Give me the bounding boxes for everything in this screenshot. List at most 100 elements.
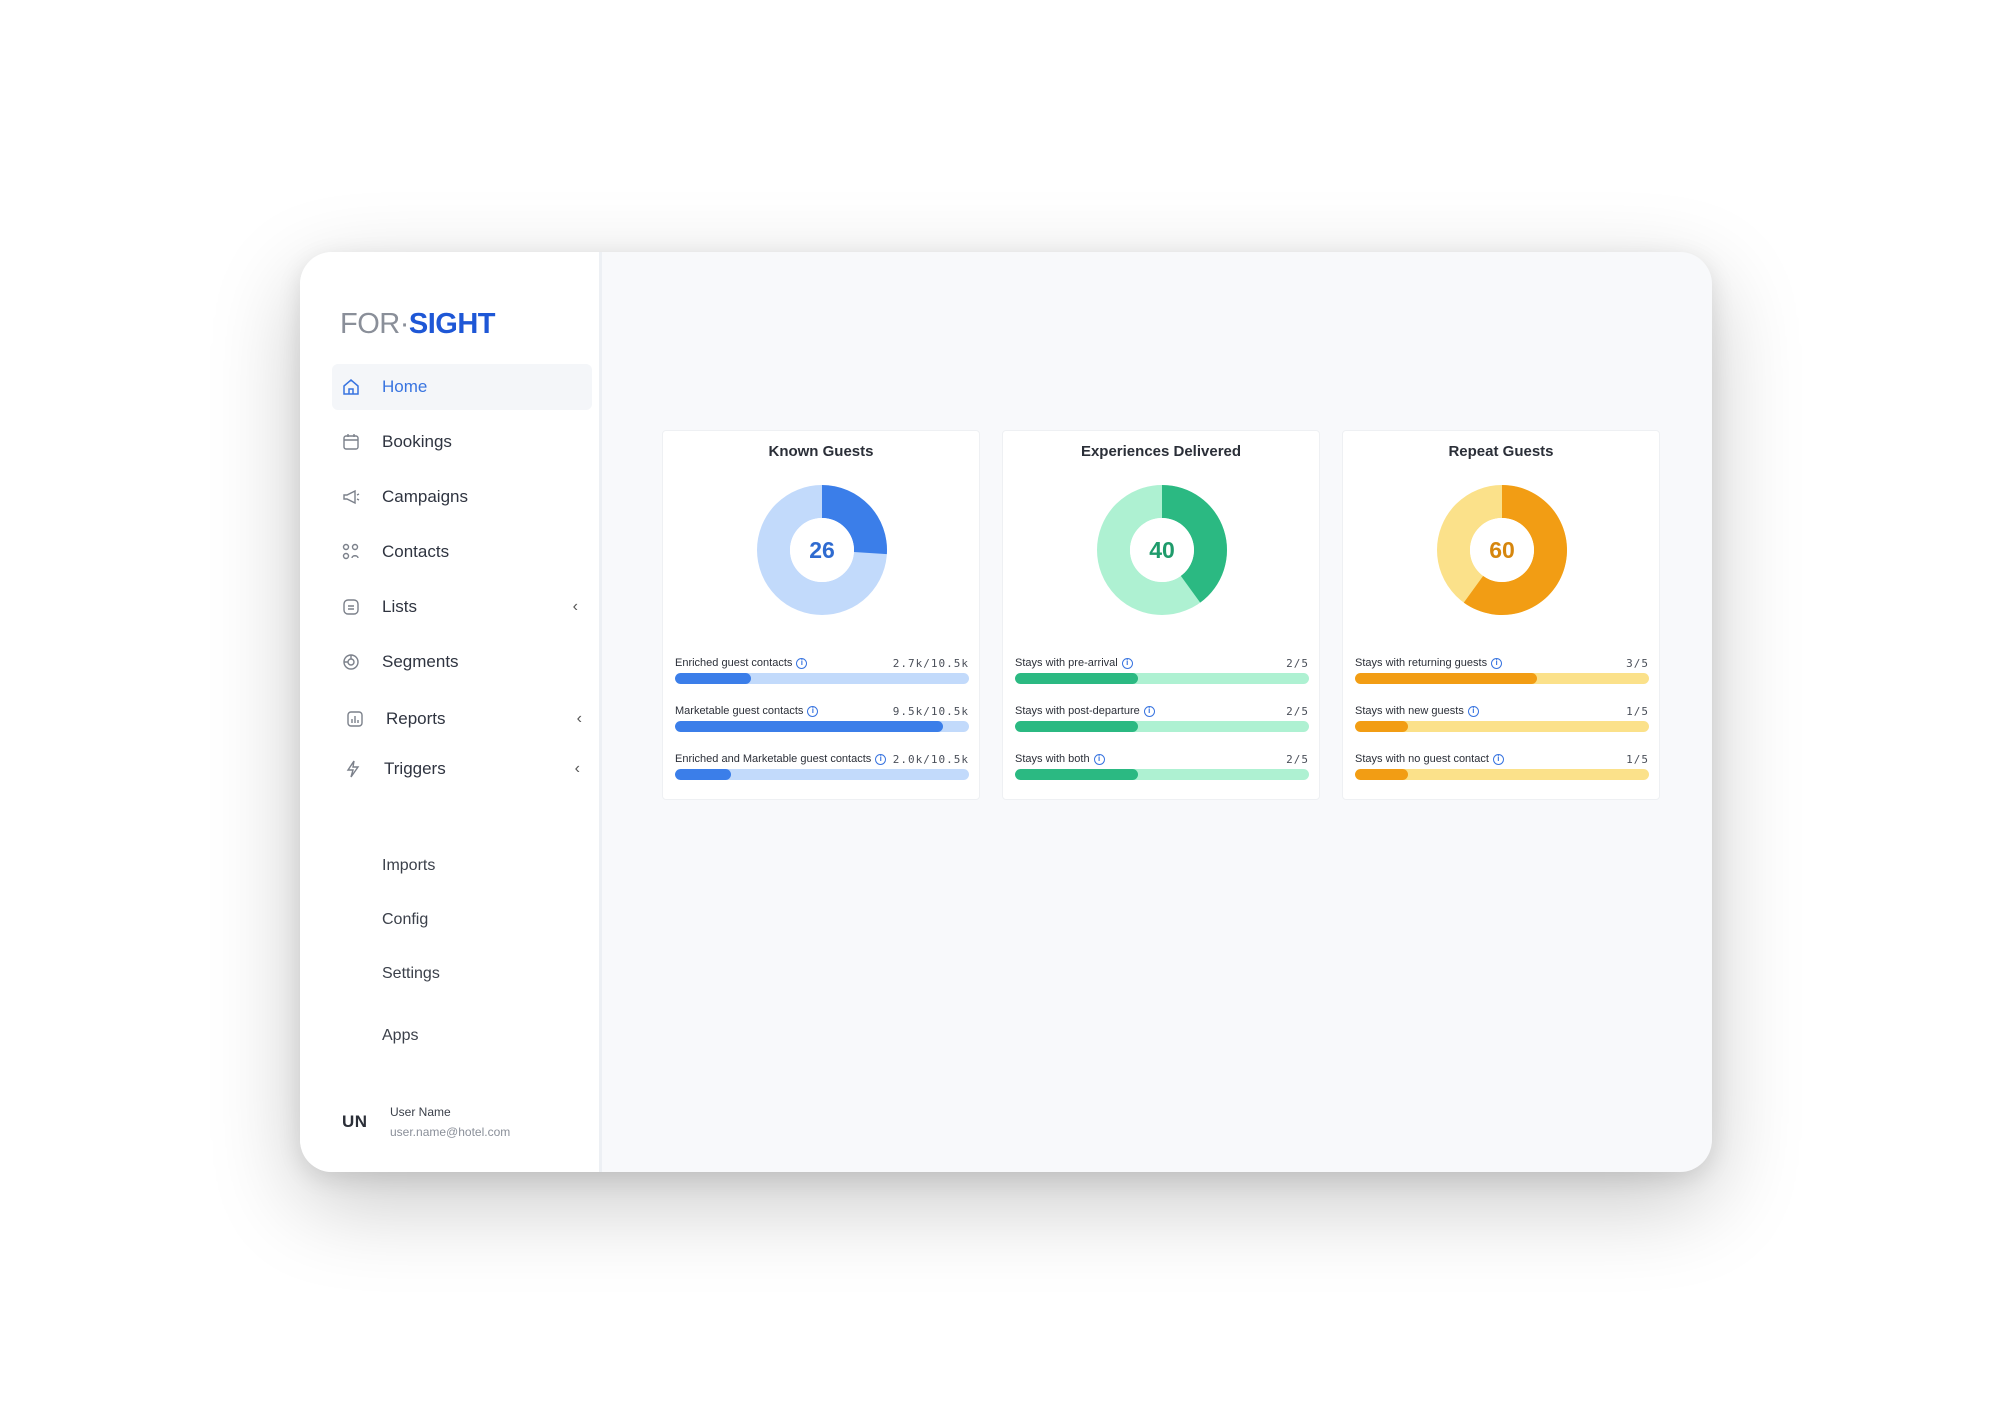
info-icon[interactable]: i xyxy=(1143,705,1155,717)
progress-bar xyxy=(675,673,969,684)
sidebar-item-home[interactable]: Home xyxy=(332,364,592,410)
sidebar-item-label: Home xyxy=(382,377,428,396)
sidebar-item-config[interactable]: Config xyxy=(382,906,428,934)
card-title: Known Guests xyxy=(768,443,874,460)
app-window: FOR·SIGHT Home Bookings Campaigns Contac xyxy=(300,252,1712,1172)
progress-bar xyxy=(675,769,969,780)
sidebar-item-campaigns[interactable]: Campaigns xyxy=(332,474,592,520)
metric-row: Stays with new guests i 1/5 xyxy=(1355,705,1649,745)
list-icon xyxy=(340,596,362,618)
sidebar-item-label: Contacts xyxy=(382,542,450,561)
avatar: UN xyxy=(342,1112,368,1131)
info-icon[interactable]: i xyxy=(1467,705,1479,717)
sidebar: FOR·SIGHT Home Bookings Campaigns Contac xyxy=(300,252,602,1172)
metric-row: Marketable guest contacts i 9.5k/10.5k xyxy=(675,705,969,745)
card-known-guests: Known Guests 26 Enriched guest contacts i… xyxy=(662,430,980,800)
metric-row: Stays with no guest contact i 1/5 xyxy=(1355,753,1649,793)
sidebar-item-imports[interactable]: Imports xyxy=(382,852,435,880)
metric-label: Stays with pre-arrival xyxy=(1015,657,1118,669)
sidebar-item-triggers[interactable]: Triggers ‹ xyxy=(334,746,594,792)
metric-row: Stays with pre-arrival i 2/5 xyxy=(1015,657,1309,697)
reports-icon xyxy=(344,708,366,730)
sidebar-item-contacts[interactable]: Contacts xyxy=(332,529,592,575)
metric-label: Enriched and Marketable guest contacts xyxy=(675,753,872,765)
chevron-left-icon[interactable]: ‹ xyxy=(575,760,580,778)
info-icon[interactable]: i xyxy=(796,657,808,669)
progress-fill xyxy=(1355,769,1408,780)
info-icon[interactable]: i xyxy=(1121,657,1133,669)
user-email: user.name@hotel.com xyxy=(390,1125,511,1139)
progress-bar xyxy=(1355,721,1649,732)
info-icon[interactable]: i xyxy=(807,705,819,717)
metric-label: Stays with post-departure xyxy=(1015,705,1140,717)
metric-row: Stays with post-departure i 2/5 xyxy=(1015,705,1309,745)
chevron-left-icon[interactable]: ‹ xyxy=(573,598,578,616)
sidebar-item-label: Bookings xyxy=(382,432,452,451)
progress-fill xyxy=(1015,673,1139,684)
progress-fill xyxy=(675,769,731,780)
info-icon[interactable]: i xyxy=(875,753,887,765)
contacts-icon xyxy=(340,541,362,563)
lightning-icon xyxy=(342,758,364,780)
progress-fill xyxy=(675,721,943,732)
info-icon[interactable]: i xyxy=(1093,753,1105,765)
card-title: Repeat Guests xyxy=(1448,443,1554,460)
progress-fill xyxy=(1355,673,1538,684)
metric-label: Stays with new guests xyxy=(1355,705,1464,717)
info-icon[interactable]: i xyxy=(1492,753,1504,765)
progress-bar xyxy=(1355,673,1649,684)
progress-fill xyxy=(675,673,752,684)
megaphone-icon xyxy=(340,486,362,508)
info-icon[interactable]: i xyxy=(1491,657,1503,669)
donut-value: 40 xyxy=(1149,536,1175,563)
home-icon xyxy=(340,376,362,398)
sidebar-item-settings[interactable]: Settings xyxy=(382,960,440,988)
sidebar-item-lists[interactable]: Lists ‹ xyxy=(332,584,592,630)
card-experiences-delivered: Experiences Delivered 40 Stays with pre-… xyxy=(1002,430,1320,800)
progress-bar xyxy=(1015,673,1309,684)
metric-row: Enriched and Marketable guest contacts i … xyxy=(675,753,969,793)
metric-row: Stays with returning guests i 3/5 xyxy=(1355,657,1649,697)
metric-value: 2/5 xyxy=(1286,705,1309,718)
metric-label: Stays with no guest contact xyxy=(1355,753,1489,765)
metric-value: 1/5 xyxy=(1626,705,1649,718)
metric-value: 3/5 xyxy=(1626,657,1649,670)
progress-bar xyxy=(675,721,969,732)
metric-value: 2/5 xyxy=(1286,657,1309,670)
metric-label: Marketable guest contacts xyxy=(675,705,804,717)
donut-value: 26 xyxy=(809,536,835,563)
metric-value: 2.0k/10.5k xyxy=(892,753,969,766)
calendar-icon xyxy=(340,431,362,453)
metric-label: Stays with returning guests xyxy=(1355,657,1488,669)
metric-value: 2.7k/10.5k xyxy=(892,657,969,670)
progress-bar xyxy=(1015,769,1309,780)
progress-bar xyxy=(1015,721,1309,732)
metric-label: Stays with both xyxy=(1015,753,1090,765)
metric-value: 9.5k/10.5k xyxy=(892,705,969,718)
sidebar-item-label: Campaigns xyxy=(382,487,468,506)
metric-value: 1/5 xyxy=(1626,753,1649,766)
sidebar-item-segments[interactable]: Segments xyxy=(332,639,592,685)
metric-row: Enriched guest contacts i 2.7k/10.5k xyxy=(675,657,969,697)
progress-fill xyxy=(1015,769,1139,780)
sidebar-item-label: Segments xyxy=(382,652,459,671)
metric-row: Stays with both i 2/5 xyxy=(1015,753,1309,793)
sidebar-item-reports[interactable]: Reports ‹ xyxy=(336,696,596,742)
sidebar-item-apps[interactable]: Apps xyxy=(382,1022,418,1050)
logo: FOR·SIGHT xyxy=(340,308,496,340)
progress-fill xyxy=(1015,721,1139,732)
sidebar-item-label: Triggers xyxy=(384,759,446,778)
sidebar-item-label: Reports xyxy=(386,709,446,728)
user-name: User Name xyxy=(390,1105,451,1119)
segments-icon xyxy=(340,651,362,673)
metric-label: Enriched guest contacts xyxy=(675,657,793,669)
chevron-left-icon[interactable]: ‹ xyxy=(577,710,582,728)
metric-value: 2/5 xyxy=(1286,753,1309,766)
card-title: Experiences Delivered xyxy=(1080,443,1242,460)
donut-value: 60 xyxy=(1489,536,1515,563)
progress-bar xyxy=(1355,769,1649,780)
sidebar-item-label: Lists xyxy=(382,597,417,616)
sidebar-item-bookings[interactable]: Bookings xyxy=(332,419,592,465)
user-profile[interactable]: UN User Name user.name@hotel.com xyxy=(342,1100,510,1144)
card-repeat-guests: Repeat Guests 60 Stays with returning gu… xyxy=(1342,430,1660,800)
